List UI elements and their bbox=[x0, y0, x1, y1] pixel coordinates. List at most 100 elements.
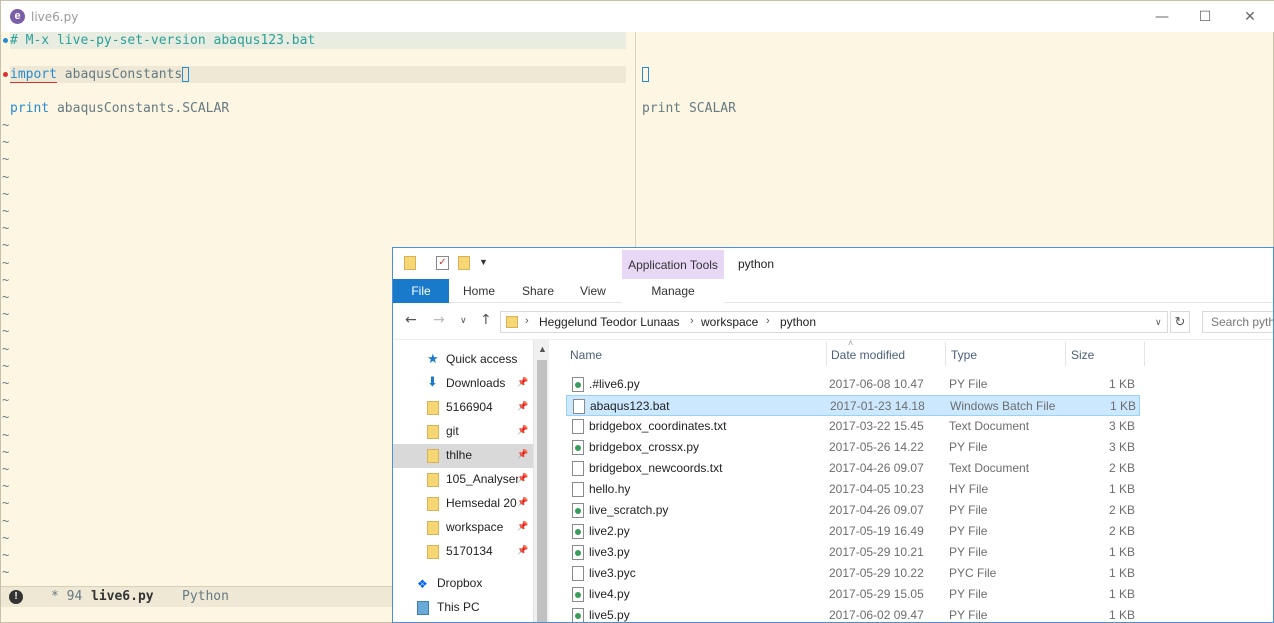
pin-icon[interactable]: 📌 bbox=[517, 401, 528, 412]
file-row[interactable]: bridgebox_coordinates.txt 2017-03-22 15.4… bbox=[566, 416, 1140, 437]
file-row[interactable]: bridgebox_newcoords.txt 2017-04-26 09.07 T… bbox=[566, 458, 1140, 479]
file-date: 2017-03-22 15.45 bbox=[829, 419, 924, 433]
column-divider[interactable] bbox=[945, 342, 946, 366]
file-icon bbox=[572, 566, 584, 581]
new-folder-icon[interactable] bbox=[458, 256, 470, 270]
tilde-marker: ~ bbox=[2, 565, 10, 580]
tab-manage[interactable]: Manage bbox=[622, 279, 724, 303]
scroll-thumb[interactable] bbox=[537, 360, 547, 622]
pin-icon[interactable]: 📌 bbox=[517, 497, 528, 508]
breadcrumb-separator: › bbox=[766, 315, 770, 327]
file-row[interactable]: live3.py 2017-05-29 10.21 PY File 1 KB bbox=[566, 542, 1140, 563]
file-row[interactable]: live2.py 2017-05-19 16.49 PY File 2 KB bbox=[566, 521, 1140, 542]
pin-icon[interactable]: 📌 bbox=[517, 521, 528, 532]
tilde-marker: ~ bbox=[2, 479, 10, 494]
dropbox-icon: ❖ bbox=[417, 577, 428, 591]
major-mode: Python bbox=[182, 589, 229, 604]
forward-icon[interactable]: → bbox=[433, 312, 445, 328]
file-row[interactable]: live3.pyc 2017-05-29 10.22 PYC File 1 KB bbox=[566, 563, 1140, 584]
folder-icon bbox=[427, 425, 439, 439]
text-cursor bbox=[182, 67, 190, 82]
breadcrumb-python[interactable]: python bbox=[780, 315, 816, 329]
output-line-3: print SCALAR bbox=[642, 101, 736, 116]
nav-item-label: Quick access bbox=[446, 352, 518, 366]
star-icon: ★ bbox=[427, 351, 439, 366]
minimize-button[interactable]: — bbox=[1139, 5, 1185, 29]
chevron-down-icon[interactable]: ▼ bbox=[479, 257, 488, 267]
nav-item[interactable]: 105_Analyser_📌 bbox=[393, 468, 533, 492]
file-row[interactable]: .#live6.py 2017-06-08 10.47 PY File 1 KB bbox=[566, 374, 1140, 395]
file-row[interactable]: hello.hy 2017-04-05 10.23 HY File 1 KB bbox=[566, 479, 1140, 500]
file-date: 2017-05-29 15.05 bbox=[829, 587, 924, 601]
pin-icon[interactable]: 📌 bbox=[517, 449, 528, 460]
file-name: live3.pyc bbox=[589, 566, 636, 580]
column-size[interactable]: Size bbox=[1071, 348, 1094, 362]
file-name: live2.py bbox=[589, 524, 630, 538]
file-size: 1 KB bbox=[1109, 399, 1136, 413]
nav-item-label: 105_Analyser_ bbox=[446, 472, 518, 486]
file-type: PY File bbox=[949, 524, 988, 538]
file-type: PY File bbox=[949, 440, 988, 454]
nav-scrollbar[interactable]: ▲ bbox=[533, 340, 549, 622]
pin-icon[interactable]: 📌 bbox=[517, 425, 528, 436]
python-file-icon bbox=[572, 608, 584, 622]
tab-file[interactable]: File bbox=[393, 279, 449, 303]
scroll-up-icon[interactable]: ▲ bbox=[538, 344, 547, 354]
nav-item[interactable]: Hemsedal 20 📌 bbox=[393, 492, 533, 516]
breadcrumb-workspace[interactable]: workspace bbox=[701, 315, 758, 329]
file-type: Windows Batch File bbox=[950, 399, 1056, 413]
file-icon bbox=[572, 461, 584, 476]
address-box[interactable]: › Heggelund Teodor Lunaas › workspace › … bbox=[500, 311, 1168, 333]
file-name: abaqus123.bat bbox=[590, 399, 670, 413]
maximize-button[interactable]: ☐ bbox=[1182, 5, 1228, 29]
file-name: hello.hy bbox=[589, 482, 631, 496]
folder-icon[interactable] bbox=[404, 256, 416, 270]
refresh-icon[interactable]: ↻ bbox=[1170, 311, 1190, 333]
column-name[interactable]: Name bbox=[570, 348, 602, 362]
explorer-title-bar: ✓ ▼ Application Tools python bbox=[393, 248, 1273, 279]
sort-ascending-icon: ˄ bbox=[848, 338, 854, 348]
tab-share[interactable]: Share bbox=[522, 279, 554, 303]
nav-item-label: workspace bbox=[446, 520, 504, 534]
text-cursor bbox=[642, 67, 649, 83]
nav-item-label: 5166904 bbox=[446, 400, 493, 414]
file-row[interactable]: live4.py 2017-05-29 15.05 PY File 1 KB bbox=[566, 584, 1140, 605]
properties-icon[interactable]: ✓ bbox=[436, 256, 449, 270]
up-icon[interactable]: ↑ bbox=[480, 312, 492, 328]
recent-dropdown-icon[interactable]: ∨ bbox=[460, 316, 467, 326]
output-line-2 bbox=[642, 66, 649, 83]
nav-item[interactable]: workspace 📌 bbox=[393, 516, 533, 540]
nav-item[interactable]: thlhe 📌 bbox=[393, 444, 533, 468]
back-icon[interactable]: ← bbox=[405, 312, 417, 328]
tilde-marker: ~ bbox=[2, 135, 10, 150]
column-divider[interactable] bbox=[826, 342, 827, 366]
chevron-down-icon[interactable]: ∨ bbox=[1155, 317, 1162, 328]
nav-item[interactable]: ❖ Dropbox bbox=[393, 572, 533, 596]
file-date: 2017-06-02 09.47 bbox=[829, 608, 924, 622]
nav-item[interactable]: This PC bbox=[393, 596, 533, 620]
column-date[interactable]: Date modified bbox=[831, 348, 905, 362]
column-type[interactable]: Type bbox=[951, 348, 977, 362]
nav-item[interactable]: ★ Quick access bbox=[393, 348, 533, 372]
column-divider[interactable] bbox=[1144, 342, 1145, 366]
emacs-icon: e bbox=[10, 9, 25, 24]
close-button[interactable]: ✕ bbox=[1227, 5, 1273, 29]
file-row[interactable]: bridgebox_crossx.py 2017-05-26 14.22 PY Fi… bbox=[566, 437, 1140, 458]
breadcrumb-user[interactable]: Heggelund Teodor Lunaas bbox=[539, 315, 680, 329]
search-input[interactable]: Search python bbox=[1202, 311, 1273, 333]
nav-item[interactable]: 5166904 📌 bbox=[393, 396, 533, 420]
file-row[interactable]: abaqus123.bat 2017-01-23 14.18 Windows Bat… bbox=[566, 395, 1140, 416]
tab-home[interactable]: Home bbox=[463, 279, 495, 303]
title-bar: e live6.py — ☐ ✕ bbox=[1, 1, 1274, 32]
pin-icon[interactable]: 📌 bbox=[517, 545, 528, 556]
file-row[interactable]: live_scratch.py 2017-04-26 09.07 PY File 2 … bbox=[566, 500, 1140, 521]
pin-icon[interactable]: 📌 bbox=[517, 473, 528, 484]
folder-icon bbox=[427, 449, 439, 463]
nav-item[interactable]: 5170134 📌 bbox=[393, 540, 533, 564]
column-divider[interactable] bbox=[1065, 342, 1066, 366]
nav-item[interactable]: ⬇ Downloads 📌 bbox=[393, 372, 533, 396]
file-row[interactable]: live5.py 2017-06-02 09.47 PY File 1 KB bbox=[566, 605, 1140, 622]
tab-view[interactable]: View bbox=[580, 279, 606, 303]
pin-icon[interactable]: 📌 bbox=[517, 377, 528, 388]
nav-item[interactable]: git 📌 bbox=[393, 420, 533, 444]
